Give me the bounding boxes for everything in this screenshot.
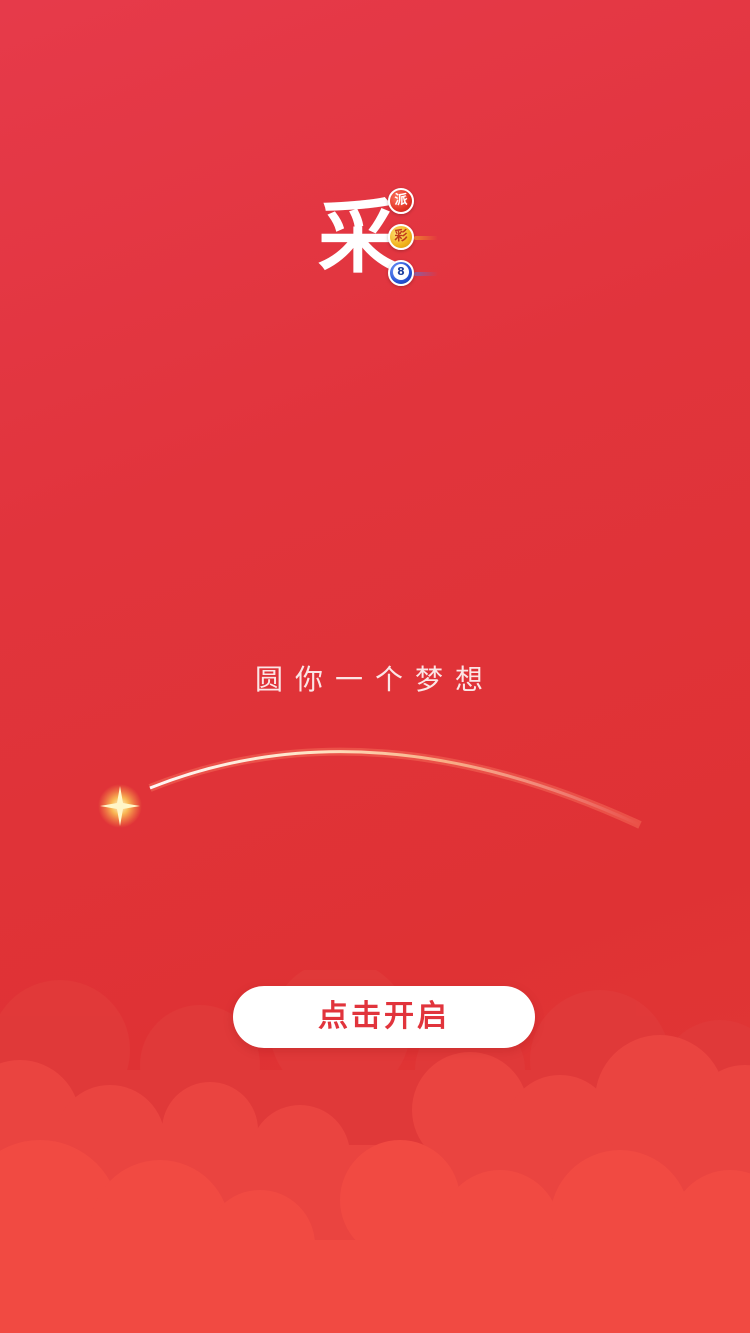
shooting-star-decoration <box>98 747 642 829</box>
splash-screen: 采 派 彩 8 圆你一个梦想 点击开启 <box>0 0 750 1333</box>
logo-ball-blue-trail <box>414 272 438 276</box>
start-button[interactable]: 点击开启 <box>233 986 535 1048</box>
logo-ball-blue: 8 <box>388 260 414 286</box>
logo-ball-gold-trail <box>414 236 438 240</box>
logo-ball-blue-text: 8 <box>393 263 409 280</box>
slogan-text: 圆你一个梦想 <box>254 663 495 696</box>
app-logo: 采 派 彩 8 <box>318 186 438 290</box>
logo-ball-red: 派 <box>388 188 414 214</box>
logo-ball-gold: 彩 <box>388 224 414 250</box>
logo-ball-gold-text: 彩 <box>394 229 408 244</box>
logo-ball-red-text: 派 <box>394 193 408 208</box>
logo-main-character: 采 <box>318 191 398 284</box>
